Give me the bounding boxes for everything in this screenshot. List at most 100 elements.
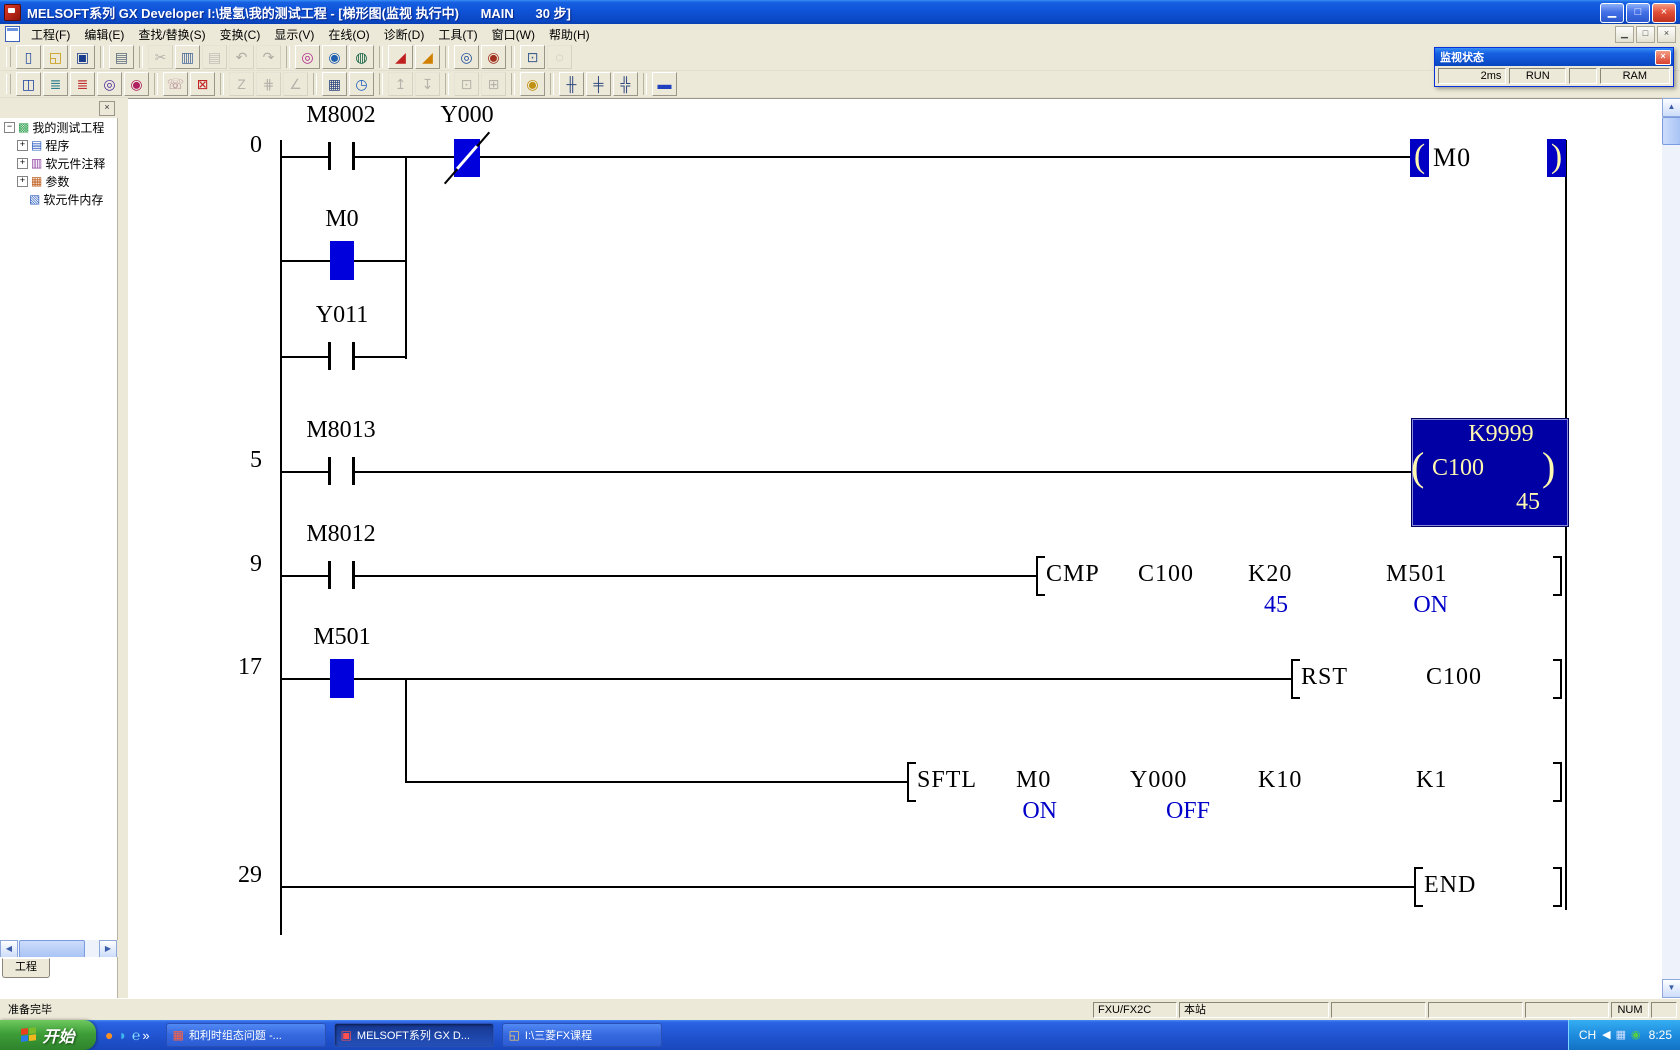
menu-item-2[interactable]: 查找/替换(S) (131, 24, 212, 45)
menu-item-6[interactable]: 诊断(D) (377, 24, 432, 45)
coil-open-energized[interactable]: ( (1410, 139, 1429, 177)
minimize-button[interactable]: ▁ (1600, 3, 1624, 23)
print-button[interactable]: ▤ (109, 45, 134, 69)
new-window-button[interactable]: ⊞ (481, 72, 506, 96)
menu-item-5[interactable]: 在线(O) (321, 24, 376, 45)
menu-item-8[interactable]: 窗口(W) (485, 24, 542, 45)
maximize-button[interactable]: □ (1626, 3, 1650, 23)
ladder-editor-canvas[interactable] (128, 98, 1662, 999)
tray-shield-icon[interactable]: ◉ (1631, 1030, 1641, 1041)
monitor-close-icon[interactable]: × (1655, 50, 1671, 65)
monitor-status-titlebar[interactable]: 监视状态 × (1435, 48, 1673, 66)
close-button[interactable]: × (1652, 3, 1676, 23)
project-panel-close-icon[interactable]: × (99, 101, 115, 116)
operand[interactable]: K20 (1248, 561, 1292, 588)
ladder-write-button[interactable]: ◢ (388, 45, 413, 69)
instruction-rst[interactable]: RST (1301, 664, 1348, 691)
find-replace-button[interactable]: ◉ (322, 45, 347, 69)
find-device-button[interactable]: ◍ (349, 45, 374, 69)
operand[interactable]: M501 (1386, 561, 1447, 588)
note-edit-button[interactable]: ∠ (283, 72, 308, 96)
mdi-minimize-button[interactable]: ▁ (1615, 26, 1634, 43)
save-button[interactable]: ▣ (70, 45, 95, 69)
copy-button[interactable]: ▥ (175, 45, 200, 69)
mdi-child-icon[interactable] (5, 26, 20, 42)
paste-button[interactable]: ▤ (202, 45, 227, 69)
cut-button[interactable]: ✂ (148, 45, 173, 69)
write-mode-button[interactable]: ↧ (415, 72, 440, 96)
ie-icon[interactable]: ℮ (132, 1028, 140, 1042)
entry-data-monitor-button[interactable]: ◷ (349, 72, 374, 96)
toolbar-grip[interactable] (6, 74, 11, 94)
find-coil-button[interactable]: ◉ (124, 72, 149, 96)
zoom-out-button[interactable]: ◎ (454, 45, 479, 69)
scroll-right-icon[interactable]: ▶ (99, 940, 117, 958)
tree-item[interactable]: +▤程序 (0, 136, 117, 154)
no-contact-m8013[interactable] (328, 451, 355, 491)
task-folder[interactable]: ◱I:\三菱FX课程 (502, 1023, 662, 1047)
no-contact-y011[interactable] (328, 336, 355, 376)
new-file-button[interactable]: ▯ (16, 45, 41, 69)
instruction-sftl[interactable]: SFTL (917, 767, 977, 794)
operand[interactable]: M0 (1016, 767, 1051, 794)
messenger-icon[interactable]: ◗ (118, 1028, 126, 1042)
no-contact-m8002[interactable] (328, 136, 355, 176)
skip-execution-button[interactable]: ╪ (586, 72, 611, 96)
operand[interactable]: C100 (1138, 561, 1194, 588)
tree-item[interactable]: +▥软元件注释 (0, 154, 117, 172)
toolbar-grip[interactable] (6, 47, 11, 67)
read-mode-button[interactable]: ↥ (388, 72, 413, 96)
scroll-down-icon[interactable]: ▼ (1662, 979, 1680, 998)
monitor-start-button[interactable]: ◉ (520, 72, 545, 96)
project-data-button[interactable]: ◌ (547, 45, 572, 69)
remote-operation-button[interactable]: ☏ (163, 72, 188, 96)
comment-edit-button[interactable]: Z (229, 72, 254, 96)
statement-edit-button[interactable]: ⋕ (256, 72, 281, 96)
zoom-in-button[interactable]: ◉ (481, 45, 506, 69)
contact-m0-energized[interactable] (330, 241, 354, 280)
panel-splitter[interactable] (118, 98, 128, 998)
operand[interactable]: K10 (1258, 767, 1302, 794)
task-melsoft[interactable]: ▣MELSOFT系列 GX D... (334, 1023, 494, 1047)
language-indicator[interactable]: CH (1579, 1028, 1596, 1042)
scroll-up-icon[interactable]: ▲ (1662, 98, 1680, 117)
instruction-cmp[interactable]: CMP (1046, 561, 1100, 588)
hscroll-thumb[interactable] (19, 940, 85, 958)
tree-item-project-root[interactable]: − ▩ 我的测试工程 (0, 118, 117, 136)
partial-execution-button[interactable]: ╬ (613, 72, 638, 96)
tree-item[interactable]: +▦参数 (0, 172, 117, 190)
menu-item-0[interactable]: 工程(F) (24, 24, 77, 45)
menu-item-4[interactable]: 显示(V) (267, 24, 321, 45)
open-file-button[interactable]: ◱ (43, 45, 68, 69)
tree-item[interactable]: ▧软元件内存 (0, 190, 117, 208)
no-contact-m8012[interactable] (328, 555, 355, 595)
start-button[interactable]: 开始 (0, 1020, 96, 1050)
mdi-restore-button[interactable]: □ (1636, 26, 1655, 43)
transfer-setup-button[interactable]: ⊠ (190, 72, 215, 96)
ladder-monitor-button[interactable]: ◫ (16, 72, 41, 96)
vscroll-thumb[interactable] (1662, 117, 1680, 145)
tray-keyboard-icon[interactable]: ▦ (1616, 1030, 1626, 1041)
program-list-button[interactable]: ▦ (322, 72, 347, 96)
ladder-insert-button[interactable]: ◢ (415, 45, 440, 69)
program-display-button[interactable]: ▬ (652, 72, 677, 96)
contact-m501-energized[interactable] (330, 659, 354, 698)
menu-item-7[interactable]: 工具(T) (431, 24, 484, 45)
expand-box[interactable]: + (17, 140, 28, 151)
tile-window-button[interactable]: ⊡ (454, 72, 479, 96)
task-hollysys[interactable]: ▦和利时组态问题 -... (166, 1023, 326, 1047)
menu-item-9[interactable]: 帮助(H) (542, 24, 597, 45)
firefox-icon[interactable]: ● (105, 1028, 113, 1042)
menu-item-3[interactable]: 变换(C) (213, 24, 268, 45)
clock[interactable]: 8:25 (1649, 1028, 1672, 1042)
instruction-end[interactable]: END (1424, 872, 1476, 899)
device-test-button[interactable]: ╫ (559, 72, 584, 96)
undo-button[interactable]: ↶ (229, 45, 254, 69)
operand[interactable]: C100 (1426, 664, 1482, 691)
chevron-more-icon[interactable]: » (142, 1028, 149, 1043)
scroll-left-icon[interactable]: ◀ (0, 940, 18, 958)
find-contact-button[interactable]: ◎ (97, 72, 122, 96)
statement-button[interactable]: ≣ (70, 72, 95, 96)
operand[interactable]: K1 (1416, 767, 1447, 794)
tray-arrow-icon[interactable]: ◀ (1602, 1030, 1610, 1041)
